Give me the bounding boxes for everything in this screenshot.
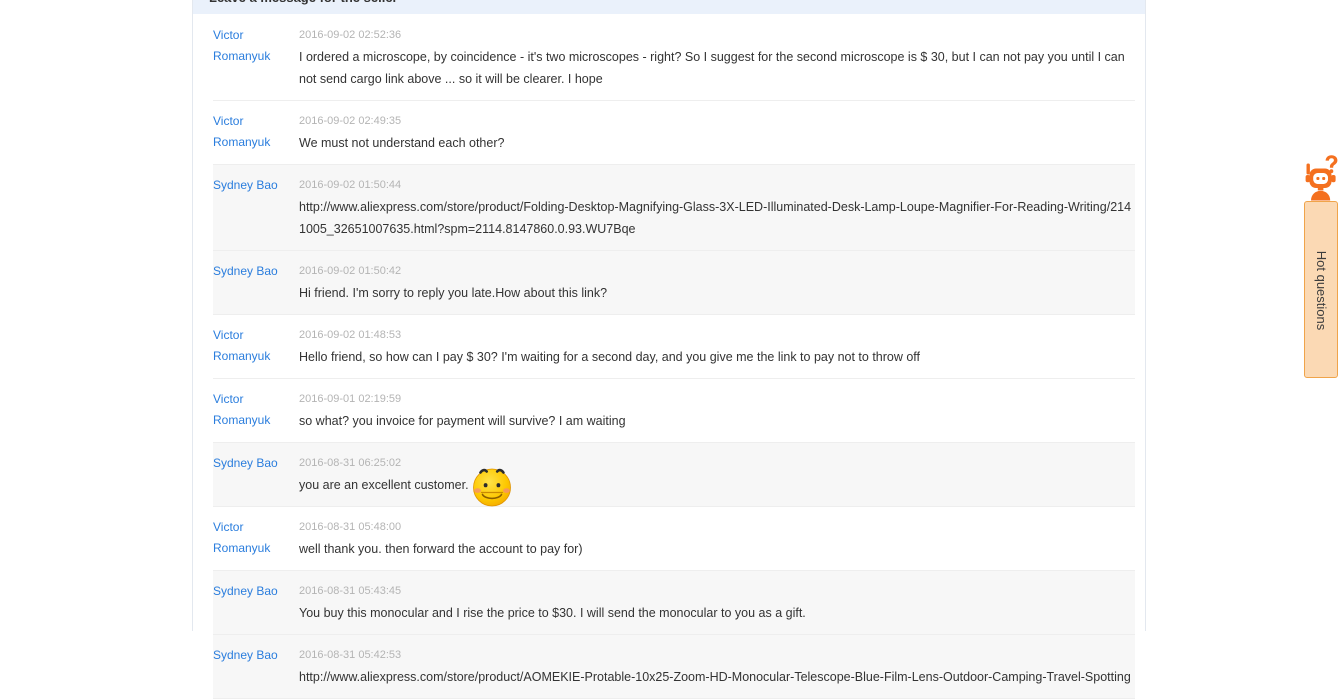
robot-question-icon — [1298, 153, 1343, 203]
message-author[interactable]: Victor Romanyuk — [213, 325, 289, 367]
message-row: Victor Romanyuk 2016-09-01 02:19:59 so what… — [213, 379, 1135, 443]
message-row: Sydney Bao 2016-08-31 05:42:53 http://www.… — [213, 635, 1135, 699]
message-timestamp: 2016-09-02 01:48:53 — [299, 329, 402, 341]
message-row: Sydney Bao 2016-08-31 05:43:45 You buy thi… — [213, 571, 1135, 635]
message-body: 2016-09-02 02:52:36 I ordered a microscop… — [299, 25, 1135, 90]
message-author-line2: Romanyuk — [213, 413, 271, 427]
message-text: http://www.aliexpress.com/store/product/… — [299, 670, 1131, 684]
hot-questions-label: Hot questions — [1314, 250, 1329, 331]
message-text: Hi friend. I'm sorry to reply you late.H… — [299, 286, 608, 300]
message-author-line1: Victor — [213, 114, 244, 128]
message-author-line1: Victor — [213, 28, 244, 42]
message-text: you are an excellent customer. — [299, 468, 1135, 507]
message-row: Victor Romanyuk 2016-09-02 02:49:35 We must… — [213, 101, 1135, 165]
message-author[interactable]: Sydney Bao — [213, 261, 289, 282]
message-author-line1: Victor — [213, 520, 244, 534]
page-title: Leave a message for the seller — [209, 0, 1145, 6]
message-thread: Victor Romanyuk 2016-09-02 02:52:36 I order… — [213, 15, 1135, 699]
message-row: Victor Romanyuk 2016-08-31 05:48:00 well th… — [213, 507, 1135, 571]
message-author[interactable]: Victor Romanyuk — [213, 517, 289, 559]
message-timestamp: 2016-09-02 02:52:36 — [299, 29, 402, 41]
message-text-content: you are an excellent customer. — [299, 478, 469, 492]
message-author-line2: Romanyuk — [213, 349, 271, 363]
message-author-line1: Victor — [213, 392, 244, 406]
page-root: Leave a message for the seller Victor Rom… — [0, 0, 1343, 699]
message-text: http://www.aliexpress.com/store/product/… — [299, 200, 1132, 236]
message-timestamp: 2016-08-31 05:48:00 — [299, 521, 402, 533]
message-author-line1: Sydney Bao — [213, 456, 278, 470]
message-author-line2: Romanyuk — [213, 49, 271, 63]
seller-message-board: Leave a message for the seller Victor Rom… — [193, 0, 1145, 699]
message-author-line1: Sydney Bao — [213, 178, 278, 192]
board-header: Leave a message for the seller — [193, 0, 1145, 14]
message-text: You buy this monocular and I rise the pr… — [299, 606, 806, 620]
message-author-line2: Romanyuk — [213, 135, 271, 149]
message-body: 2016-08-31 05:43:45 You buy this monocula… — [299, 581, 1135, 624]
message-timestamp: 2016-08-31 06:25:02 — [299, 457, 402, 469]
message-author-line2: Romanyuk — [213, 541, 271, 555]
hot-questions-tab[interactable]: Hot questions — [1304, 201, 1338, 378]
message-author-line1: Sydney Bao — [213, 264, 278, 278]
message-author[interactable]: Sydney Bao — [213, 453, 289, 474]
message-text: I ordered a microscope, by coincidence -… — [299, 50, 1125, 86]
message-author[interactable]: Sydney Bao — [213, 175, 289, 196]
message-timestamp: 2016-08-31 05:43:45 — [299, 585, 402, 597]
message-author[interactable]: Victor Romanyuk — [213, 25, 289, 67]
message-text: We must not understand each other? — [299, 136, 505, 150]
message-row: Sydney Bao 2016-09-02 01:50:42 Hi friend. … — [213, 251, 1135, 315]
content-column-right-rule — [1145, 0, 1146, 631]
message-timestamp: 2016-09-02 02:49:35 — [299, 115, 402, 127]
message-timestamp: 2016-09-02 01:50:44 — [299, 179, 402, 191]
message-text: well thank you. then forward the account… — [299, 542, 583, 556]
smiley-blush-emoji — [469, 463, 515, 509]
message-author[interactable]: Victor Romanyuk — [213, 389, 289, 431]
message-body: 2016-08-31 05:48:00 well thank you. then … — [299, 517, 1135, 560]
message-row: Victor Romanyuk 2016-09-02 01:48:53 Hello f… — [213, 315, 1135, 379]
message-timestamp: 2016-09-02 01:50:42 — [299, 265, 402, 277]
message-author[interactable]: Sydney Bao — [213, 645, 289, 666]
message-row: Sydney Bao 2016-08-31 06:25:02 you are an … — [213, 443, 1135, 507]
message-author-line1: Sydney Bao — [213, 584, 278, 598]
message-body: 2016-09-01 02:19:59 so what? you invoice … — [299, 389, 1135, 432]
message-timestamp: 2016-08-31 05:42:53 — [299, 649, 402, 661]
message-body: 2016-08-31 05:42:53 http://www.aliexpress… — [299, 645, 1135, 688]
message-body: 2016-09-02 01:50:44 http://www.aliexpress… — [299, 175, 1135, 240]
message-row: Victor Romanyuk 2016-09-02 02:52:36 I order… — [213, 15, 1135, 101]
message-author[interactable]: Victor Romanyuk — [213, 111, 289, 153]
message-body: 2016-09-02 01:50:42 Hi friend. I'm sorry … — [299, 261, 1135, 304]
message-body: 2016-09-02 02:49:35 We must not understan… — [299, 111, 1135, 154]
message-row: Sydney Bao 2016-09-02 01:50:44 http://www.… — [213, 165, 1135, 251]
message-timestamp: 2016-09-01 02:19:59 — [299, 393, 402, 405]
message-body: 2016-08-31 06:25:02 you are an excellent … — [299, 453, 1135, 507]
message-author[interactable]: Sydney Bao — [213, 581, 289, 602]
message-text: Hello friend, so how can I pay $ 30? I'm… — [299, 350, 921, 364]
message-author-line1: Sydney Bao — [213, 648, 278, 662]
message-author-line1: Victor — [213, 328, 244, 342]
message-text: so what? you invoice for payment will su… — [299, 414, 626, 428]
message-body: 2016-09-02 01:48:53 Hello friend, so how … — [299, 325, 1135, 368]
